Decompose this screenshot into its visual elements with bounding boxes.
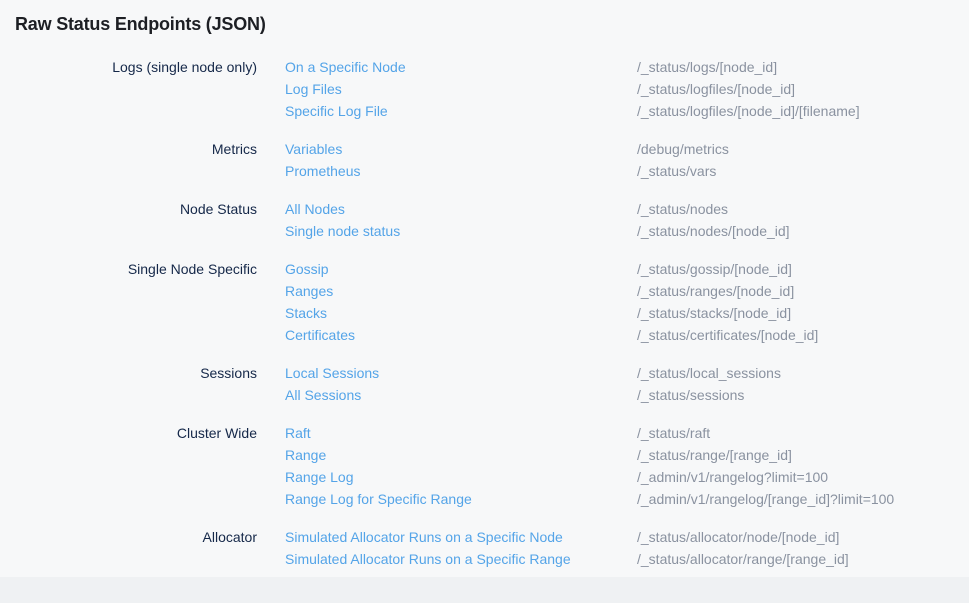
endpoint-path: /_status/nodes	[637, 198, 728, 220]
endpoint-group-rows: Raft/_status/raftRange/_status/range/[ra…	[285, 422, 894, 510]
endpoint-link[interactable]: Certificates	[285, 324, 637, 346]
endpoint-row: Log Files/_status/logfiles/[node_id]	[285, 78, 860, 100]
endpoint-row: Stacks/_status/stacks/[node_id]	[285, 302, 818, 324]
endpoint-path: /_status/gossip/[node_id]	[637, 258, 792, 280]
endpoint-row: Certificates/_status/certificates/[node_…	[285, 324, 818, 346]
endpoint-row: Specific Log File/_status/logfiles/[node…	[285, 100, 860, 122]
endpoint-link[interactable]: Stacks	[285, 302, 637, 324]
endpoint-link[interactable]: Raft	[285, 422, 637, 444]
endpoint-path: /_status/logfiles/[node_id]/[filename]	[637, 100, 860, 122]
page-title: Raw Status Endpoints (JSON)	[0, 0, 969, 35]
endpoint-path: /_status/allocator/node/[node_id]	[637, 526, 839, 548]
endpoint-row: Simulated Allocator Runs on a Specific R…	[285, 548, 849, 570]
footer-band	[0, 577, 969, 603]
endpoint-row: Ranges/_status/ranges/[node_id]	[285, 280, 818, 302]
endpoint-path: /_status/certificates/[node_id]	[637, 324, 818, 346]
endpoint-path: /_status/local_sessions	[637, 362, 781, 384]
endpoint-path: /_status/nodes/[node_id]	[637, 220, 790, 242]
endpoint-path: /_admin/v1/rangelog?limit=100	[637, 466, 828, 488]
endpoint-link[interactable]: Specific Log File	[285, 100, 637, 122]
endpoint-link[interactable]: All Nodes	[285, 198, 637, 220]
endpoint-row: All Nodes/_status/nodes	[285, 198, 790, 220]
endpoint-group: Metrics Variables/debug/metricsPrometheus…	[0, 138, 969, 182]
endpoint-group: Node Status All Nodes/_status/nodesSingle…	[0, 198, 969, 242]
endpoint-link[interactable]: Local Sessions	[285, 362, 637, 384]
endpoint-path: /_admin/v1/rangelog/[range_id]?limit=100	[637, 488, 894, 510]
endpoint-group: Allocator Simulated Allocator Runs on a S…	[0, 526, 969, 570]
endpoint-row: Range Log/_admin/v1/rangelog?limit=100	[285, 466, 894, 488]
endpoint-group-rows: All Nodes/_status/nodesSingle node statu…	[285, 198, 790, 242]
debug-status-endpoints-page: Raw Status Endpoints (JSON) Logs (single…	[0, 0, 969, 603]
endpoint-row: Local Sessions/_status/local_sessions	[285, 362, 781, 384]
endpoint-category-label: Logs (single node only)	[0, 56, 257, 78]
endpoint-path: /_status/stacks/[node_id]	[637, 302, 791, 324]
endpoint-row: Range/_status/range/[range_id]	[285, 444, 894, 466]
endpoint-category-label: Single Node Specific	[0, 258, 257, 280]
endpoint-group-rows: On a Specific Node/_status/logs/[node_id…	[285, 56, 860, 122]
endpoint-path: /_status/vars	[637, 160, 716, 182]
endpoint-row: All Sessions/_status/sessions	[285, 384, 781, 406]
endpoint-row: Raft/_status/raft	[285, 422, 894, 444]
endpoint-row: Single node status/_status/nodes/[node_i…	[285, 220, 790, 242]
endpoint-group-rows: Variables/debug/metricsPrometheus/_statu…	[285, 138, 729, 182]
endpoint-group: Cluster Wide Raft/_status/raftRange/_stat…	[0, 422, 969, 510]
endpoint-row: Range Log for Specific Range/_admin/v1/r…	[285, 488, 894, 510]
endpoint-group: Sessions Local Sessions/_status/local_ses…	[0, 362, 969, 406]
endpoint-path: /_status/range/[range_id]	[637, 444, 792, 466]
endpoint-link[interactable]: Variables	[285, 138, 637, 160]
endpoint-link[interactable]: Single node status	[285, 220, 637, 242]
endpoint-link[interactable]: Prometheus	[285, 160, 637, 182]
endpoint-category-label: Cluster Wide	[0, 422, 257, 444]
endpoint-link[interactable]: Ranges	[285, 280, 637, 302]
endpoint-row: Variables/debug/metrics	[285, 138, 729, 160]
endpoint-link[interactable]: Simulated Allocator Runs on a Specific R…	[285, 548, 637, 570]
endpoint-link[interactable]: Range	[285, 444, 637, 466]
endpoint-link[interactable]: Gossip	[285, 258, 637, 280]
endpoint-path: /_status/sessions	[637, 384, 744, 406]
endpoint-link[interactable]: Range Log	[285, 466, 637, 488]
endpoint-group-rows: Local Sessions/_status/local_sessionsAll…	[285, 362, 781, 406]
endpoint-row: Prometheus/_status/vars	[285, 160, 729, 182]
endpoint-path: /_status/logs/[node_id]	[637, 56, 777, 78]
endpoint-group: Single Node Specific Gossip/_status/gossi…	[0, 258, 969, 346]
endpoint-link[interactable]: Log Files	[285, 78, 637, 100]
endpoint-link[interactable]: Simulated Allocator Runs on a Specific N…	[285, 526, 637, 548]
endpoint-groups: Logs (single node only) On a Specific Nod…	[0, 56, 969, 570]
endpoint-group-rows: Simulated Allocator Runs on a Specific N…	[285, 526, 849, 570]
endpoint-row: Gossip/_status/gossip/[node_id]	[285, 258, 818, 280]
endpoint-path: /_status/raft	[637, 422, 710, 444]
endpoint-link[interactable]: Range Log for Specific Range	[285, 488, 637, 510]
endpoint-link[interactable]: All Sessions	[285, 384, 637, 406]
endpoint-category-label: Metrics	[0, 138, 257, 160]
endpoint-group: Logs (single node only) On a Specific Nod…	[0, 56, 969, 122]
endpoint-row: On a Specific Node/_status/logs/[node_id…	[285, 56, 860, 78]
endpoint-link[interactable]: On a Specific Node	[285, 56, 637, 78]
endpoint-group-rows: Gossip/_status/gossip/[node_id]Ranges/_s…	[285, 258, 818, 346]
endpoint-path: /_status/allocator/range/[range_id]	[637, 548, 849, 570]
endpoint-path: /_status/logfiles/[node_id]	[637, 78, 795, 100]
endpoint-row: Simulated Allocator Runs on a Specific N…	[285, 526, 849, 548]
endpoint-category-label: Allocator	[0, 526, 257, 548]
endpoint-path: /debug/metrics	[637, 138, 729, 160]
endpoint-path: /_status/ranges/[node_id]	[637, 280, 794, 302]
endpoint-category-label: Node Status	[0, 198, 257, 220]
endpoint-category-label: Sessions	[0, 362, 257, 384]
